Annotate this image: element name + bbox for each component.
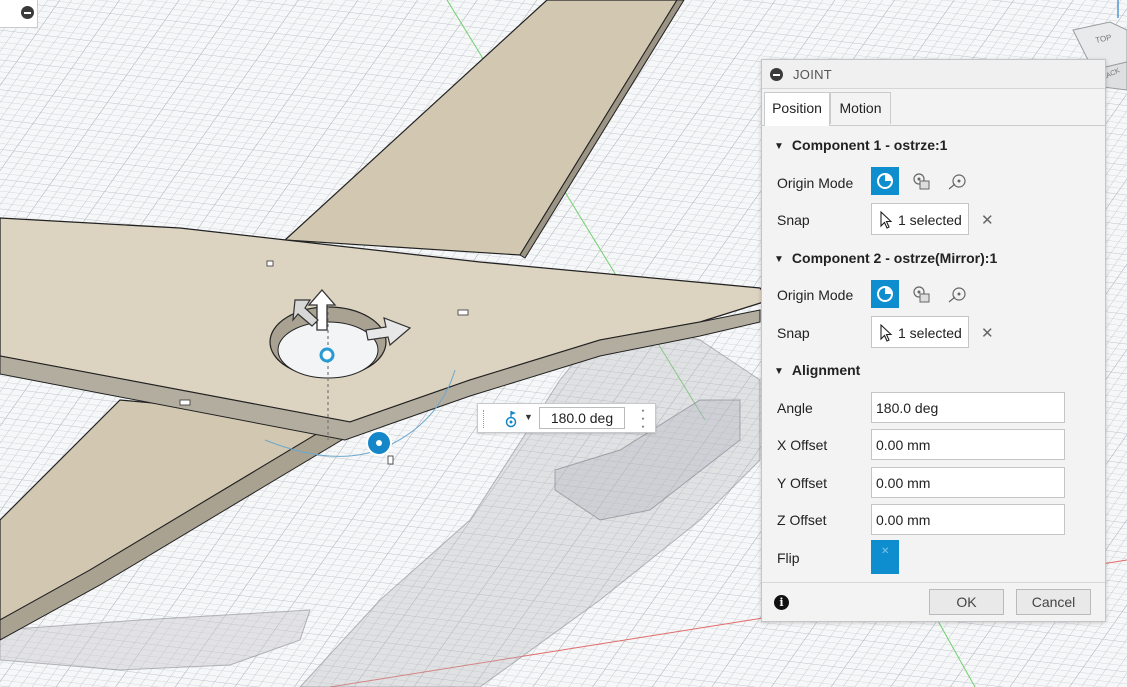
drag-grip[interactable] (483, 410, 486, 428)
cursor-icon (880, 211, 893, 229)
ok-button[interactable]: OK (929, 589, 1004, 615)
joint-origin-icon[interactable] (504, 410, 520, 428)
triangle-down-icon: ▼ (774, 366, 784, 377)
floating-angle-value[interactable]: 180.0 deg (539, 407, 625, 429)
y-offset-label: Y Offset (777, 475, 828, 491)
component1-heading-text: Component 1 - ostrze:1 (791, 137, 948, 153)
snap-select-text-1: 1 selected (898, 212, 962, 228)
origin-simple-icon (877, 286, 893, 302)
origin-mode-label-1: Origin Mode (777, 175, 854, 191)
z-offset-label: Z Offset (777, 512, 827, 528)
snap-select-text-2: 1 selected (898, 325, 962, 341)
cancel-button[interactable]: Cancel (1016, 589, 1091, 615)
y-offset-input[interactable]: 0.00 mm (871, 467, 1065, 498)
origin-simple-icon (877, 173, 893, 189)
origin-two-faces-icon (948, 287, 966, 303)
snap-select-1[interactable]: 1 selected (871, 203, 969, 235)
minus-circle-icon[interactable] (770, 68, 783, 81)
close-icon[interactable]: ✕ (981, 211, 994, 229)
origin-simple-button-1[interactable] (871, 167, 899, 195)
floating-angle-input: ▼ 180.0 deg · · · (477, 403, 656, 435)
snap-label-1: Snap (777, 212, 810, 228)
angle-input[interactable]: 180.0 deg (871, 392, 1065, 423)
alignment-heading-text: Alignment (791, 362, 861, 378)
snap-select-2[interactable]: 1 selected (871, 316, 969, 348)
z-offset-input[interactable]: 0.00 mm (871, 504, 1065, 535)
minus-circle-icon[interactable] (21, 6, 34, 19)
flip-button[interactable]: ✕ (871, 540, 899, 574)
origin-between-icon (913, 286, 930, 303)
panel-header[interactable]: JOINT (762, 60, 1105, 89)
origin-between-button-1[interactable] (907, 167, 935, 195)
tab-position[interactable]: Position (764, 92, 830, 126)
origin-mode-label-2: Origin Mode (777, 287, 854, 303)
panel-footer: i OK Cancel (762, 582, 1105, 623)
component2-heading-text: Component 2 - ostrze(Mirror):1 (791, 250, 998, 266)
origin-between-button-2[interactable] (907, 280, 935, 308)
x-offset-input[interactable]: 0.00 mm (871, 429, 1065, 460)
origin-between-icon (913, 173, 930, 190)
origin-two-faces-button-2[interactable] (943, 280, 971, 308)
origin-two-faces-button-1[interactable] (943, 167, 971, 195)
panel-title: JOINT (793, 67, 833, 82)
more-vertical-icon[interactable]: · · · (636, 403, 650, 435)
alignment-heading[interactable]: ▼ Alignment (774, 362, 860, 378)
chevron-down-icon[interactable]: ▼ (524, 412, 533, 422)
triangle-down-icon: ▼ (774, 141, 784, 152)
snap-label-2: Snap (777, 325, 810, 341)
triangle-down-icon: ▼ (774, 254, 784, 265)
flip-label: Flip (777, 550, 800, 566)
info-icon[interactable]: i (774, 595, 789, 610)
flip-icon: ✕ (881, 546, 890, 557)
tab-motion[interactable]: Motion (830, 92, 891, 124)
origin-two-faces-icon (948, 174, 966, 190)
component1-heading[interactable]: ▼ Component 1 - ostrze:1 (774, 137, 947, 153)
x-offset-label: X Offset (777, 437, 828, 453)
joint-origin-marker[interactable] (319, 347, 335, 363)
tab-bar: Position Motion (762, 89, 1105, 126)
component2-heading[interactable]: ▼ Component 2 - ostrze(Mirror):1 (774, 250, 997, 266)
close-icon[interactable]: ✕ (981, 324, 994, 342)
joint-panel: JOINT Position Motion ▼ Component 1 - ost… (761, 59, 1106, 622)
collapsed-panel-chip[interactable] (0, 0, 38, 28)
origin-simple-button-2[interactable] (871, 280, 899, 308)
cursor-icon (880, 324, 893, 342)
angle-label: Angle (777, 400, 813, 416)
